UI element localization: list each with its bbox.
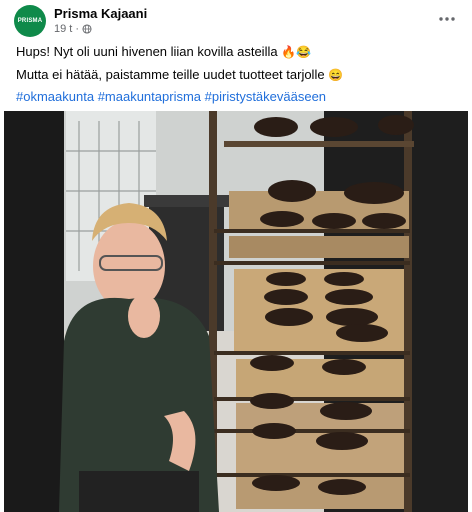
- meta-separator: ·: [75, 23, 80, 35]
- more-options-icon: [439, 17, 455, 21]
- post-text-line-2: Mutta ei hätää, paistamme teille uudet t…: [16, 67, 343, 82]
- post-header: PRISMA Prisma Kajaani 19 t ·: [4, 0, 468, 40]
- facebook-post: PRISMA Prisma Kajaani 19 t · Hups! Nyt o…: [4, 0, 468, 512]
- page-name-link[interactable]: Prisma Kajaani: [54, 6, 147, 21]
- post-text-line-1: Hups! Nyt oli uuni hivenen liian kovilla…: [16, 44, 311, 59]
- post-meta: 19 t ·: [54, 23, 92, 35]
- fire-laughing-emoji: 🔥😂: [281, 45, 312, 59]
- avatar-logo-text: PRISMA: [17, 18, 43, 24]
- post-text-1: Hups! Nyt oli uuni hivenen liian kovilla…: [16, 44, 278, 59]
- globe-icon: [82, 24, 92, 34]
- smile-emoji: 😄: [328, 68, 344, 82]
- post-text-2: Mutta ei hätää, paistamme teille uudet t…: [16, 67, 325, 82]
- hashtag-piristystakevaaseen[interactable]: #piristystäkevääseen: [205, 89, 326, 104]
- post-photo[interactable]: [4, 111, 468, 512]
- bakery-photo-illustration: [4, 111, 468, 512]
- more-options-button[interactable]: [436, 8, 458, 30]
- avatar[interactable]: PRISMA: [14, 5, 46, 37]
- post-hashtags: #okmaakunta #maakuntaprisma #piristystäk…: [16, 89, 326, 104]
- hashtag-maakuntaprisma[interactable]: #maakuntaprisma: [98, 89, 201, 104]
- hashtag-okmaakunta[interactable]: #okmaakunta: [16, 89, 94, 104]
- post-timestamp[interactable]: 19 t: [54, 23, 72, 35]
